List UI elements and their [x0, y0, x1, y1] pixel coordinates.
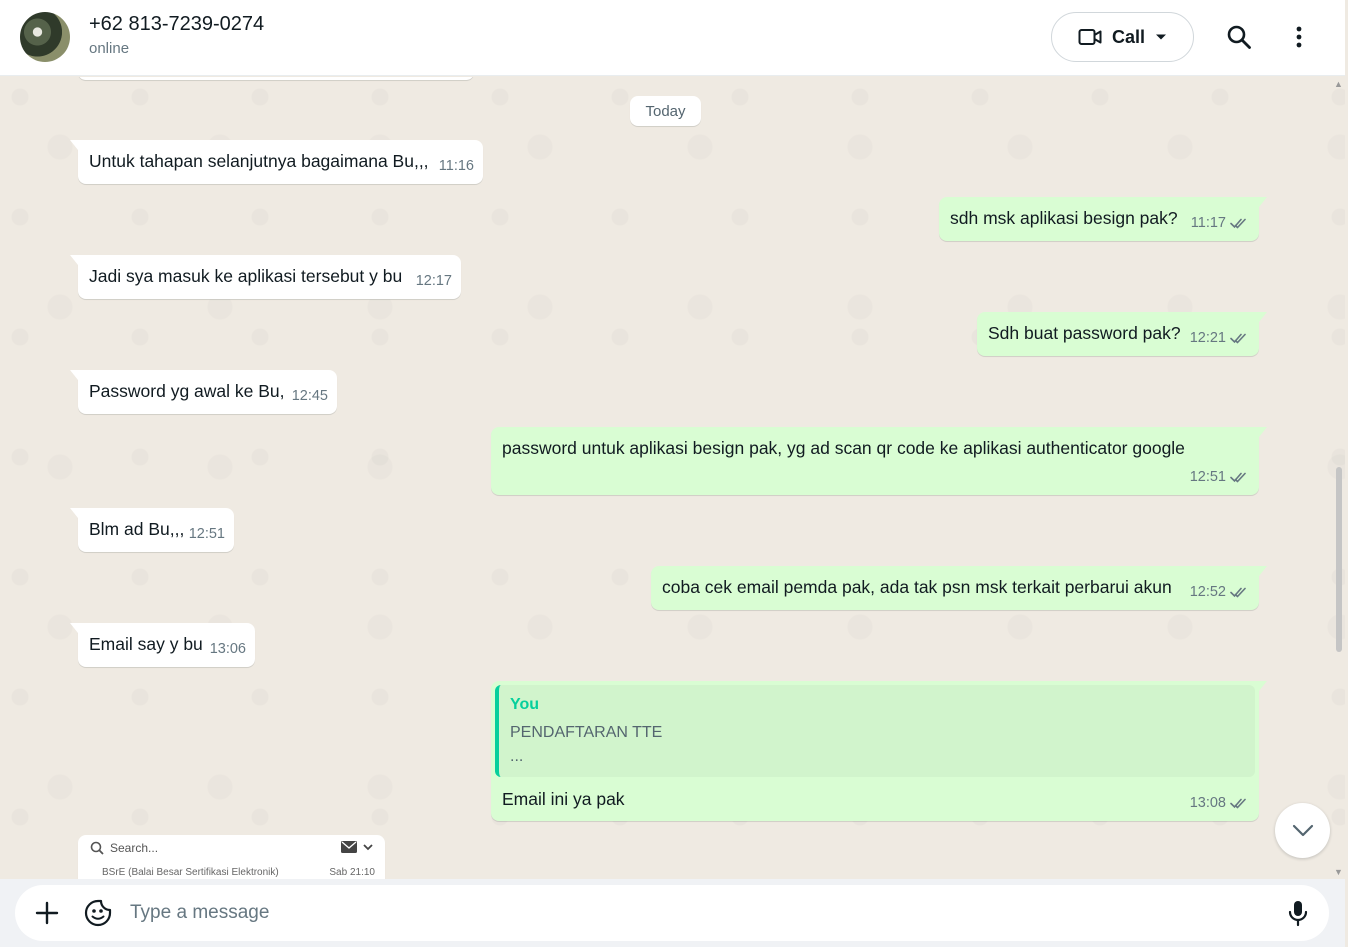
- plus-icon[interactable]: [33, 899, 61, 927]
- message-meta: 11:17: [1191, 211, 1250, 235]
- contact-avatar[interactable]: [20, 12, 70, 62]
- message-time: 12:52: [1189, 584, 1226, 600]
- quoted-ellipsis: ...: [510, 748, 524, 765]
- message-text: Email ini ya pak: [502, 789, 625, 809]
- image-email-sender: BSrE (Balai Besar Sertifikasi Elektronik…: [102, 867, 279, 878]
- menu-button[interactable]: [1282, 20, 1316, 54]
- message-meta: 12:17: [416, 269, 452, 293]
- search-icon: [90, 841, 104, 855]
- double-check-icon: [1230, 333, 1246, 344]
- scroll-to-bottom-button[interactable]: [1275, 803, 1330, 858]
- message-time: 13:08: [1189, 795, 1226, 811]
- date-divider: Today: [630, 96, 701, 126]
- message-meta: 12:45: [292, 384, 328, 408]
- message-time: 11:17: [1190, 215, 1226, 231]
- message-time: 12:45: [291, 388, 328, 404]
- composer-bar: [0, 879, 1345, 947]
- previous-message-bubble[interactable]: [78, 77, 474, 80]
- message-text: password untuk aplikasi besign pak, yg a…: [502, 438, 1185, 458]
- contact-info[interactable]: +62 813-7239-0274 online: [89, 12, 264, 62]
- message-text: Sdh buat password pak?: [988, 323, 1181, 343]
- scroll-up-arrow-icon[interactable]: ▲: [1334, 79, 1343, 89]
- message-text: Blm ad Bu,,,: [89, 519, 185, 539]
- message-text: Untuk tahapan selanjutnya bagaimana Bu,,…: [89, 151, 429, 171]
- chevron-down-icon: [1292, 824, 1313, 837]
- contact-status: online: [89, 40, 130, 57]
- quoted-text: PENDAFTARAN TTE: [510, 724, 663, 741]
- message-time: 11:16: [438, 158, 474, 174]
- message-text: sdh msk aplikasi besign pak?: [950, 208, 1178, 228]
- image-email-time: Sab 21:10: [329, 867, 375, 878]
- mail-icon: [341, 841, 357, 853]
- message-meta: 12:51: [189, 522, 225, 546]
- message-input[interactable]: [130, 897, 1270, 929]
- image-search-text: Search...: [110, 841, 159, 855]
- menu-dots-icon: [1296, 26, 1302, 48]
- message-time: 12:51: [1189, 469, 1226, 485]
- message-text: coba cek email pemda pak, ada tak psn ms…: [662, 577, 1172, 597]
- message-list[interactable]: Today Untuk tahapan selanjutnya bagaiman…: [0, 77, 1345, 879]
- message-meta: 12:21: [1190, 326, 1250, 350]
- contact-name: +62 813-7239-0274: [89, 13, 265, 35]
- message-meta: 12:52: [1190, 580, 1250, 604]
- call-button-label: Call: [1111, 26, 1145, 47]
- image-toolbar-icons: [341, 841, 373, 853]
- double-check-icon: [1230, 472, 1246, 483]
- message-bubble-incoming[interactable]: Email say y bu 13:06: [70, 623, 255, 667]
- double-check-icon: [1230, 587, 1246, 598]
- message-bubble-outgoing-reply[interactable]: You PENDAFTARAN TTE ... Email ini ya pak…: [491, 681, 1267, 821]
- image-search-bar: Search...: [90, 841, 158, 855]
- scroll-down-arrow-icon[interactable]: ▼: [1334, 867, 1343, 877]
- message-bubble-outgoing[interactable]: password untuk aplikasi besign pak, yg a…: [491, 427, 1267, 495]
- message-bubble-outgoing[interactable]: sdh msk aplikasi besign pak? 11:17: [939, 197, 1267, 241]
- composer: [15, 885, 1329, 941]
- message-text: Email say y bu: [89, 634, 203, 654]
- message-time: 13:06: [209, 641, 246, 657]
- search-button[interactable]: [1222, 20, 1256, 54]
- message-meta: 11:16: [439, 154, 474, 178]
- chevron-down-icon: [363, 843, 373, 850]
- video-camera-icon: [1078, 29, 1102, 45]
- image-message[interactable]: Search... BSrE (Balai Besar Sertifikasi …: [78, 835, 385, 879]
- message-bubble-incoming[interactable]: Blm ad Bu,,, 12:51: [70, 508, 234, 552]
- chat-scrollbar[interactable]: ▲ ▼: [1332, 77, 1345, 879]
- mic-icon[interactable]: [1283, 898, 1313, 928]
- sticker-icon[interactable]: [83, 898, 113, 928]
- message-bubble-outgoing[interactable]: Sdh buat password pak? 12:21: [977, 312, 1267, 356]
- message-bubble-outgoing[interactable]: coba cek email pemda pak, ada tak psn ms…: [651, 566, 1267, 610]
- chat-header: +62 813-7239-0274 online Call: [0, 0, 1345, 76]
- quoted-author: You: [510, 696, 540, 713]
- message-bubble-incoming[interactable]: Password yg awal ke Bu, 12:45: [70, 370, 337, 414]
- message-time: 12:51: [188, 526, 225, 542]
- message-text: Password yg awal ke Bu,: [89, 381, 285, 401]
- message-time: 12:21: [1189, 330, 1226, 346]
- message-meta: 13:08: [1190, 791, 1250, 815]
- search-icon: [1227, 25, 1251, 49]
- scroll-thumb[interactable]: [1336, 467, 1342, 652]
- chevron-down-icon: [1156, 34, 1166, 40]
- call-button[interactable]: Call: [1051, 12, 1194, 62]
- message-time: 12:17: [415, 273, 452, 289]
- message-meta: 12:51: [1190, 465, 1250, 489]
- message-bubble-incoming[interactable]: Untuk tahapan selanjutnya bagaimana Bu,,…: [70, 140, 483, 184]
- quoted-message[interactable]: You PENDAFTARAN TTE ...: [495, 685, 1255, 777]
- double-check-icon: [1230, 798, 1246, 809]
- message-text: Jadi sya masuk ke aplikasi tersebut y bu: [89, 266, 403, 286]
- message-meta: 13:06: [210, 637, 246, 661]
- double-check-icon: [1230, 218, 1246, 229]
- message-bubble-incoming[interactable]: Jadi sya masuk ke aplikasi tersebut y bu…: [70, 255, 461, 299]
